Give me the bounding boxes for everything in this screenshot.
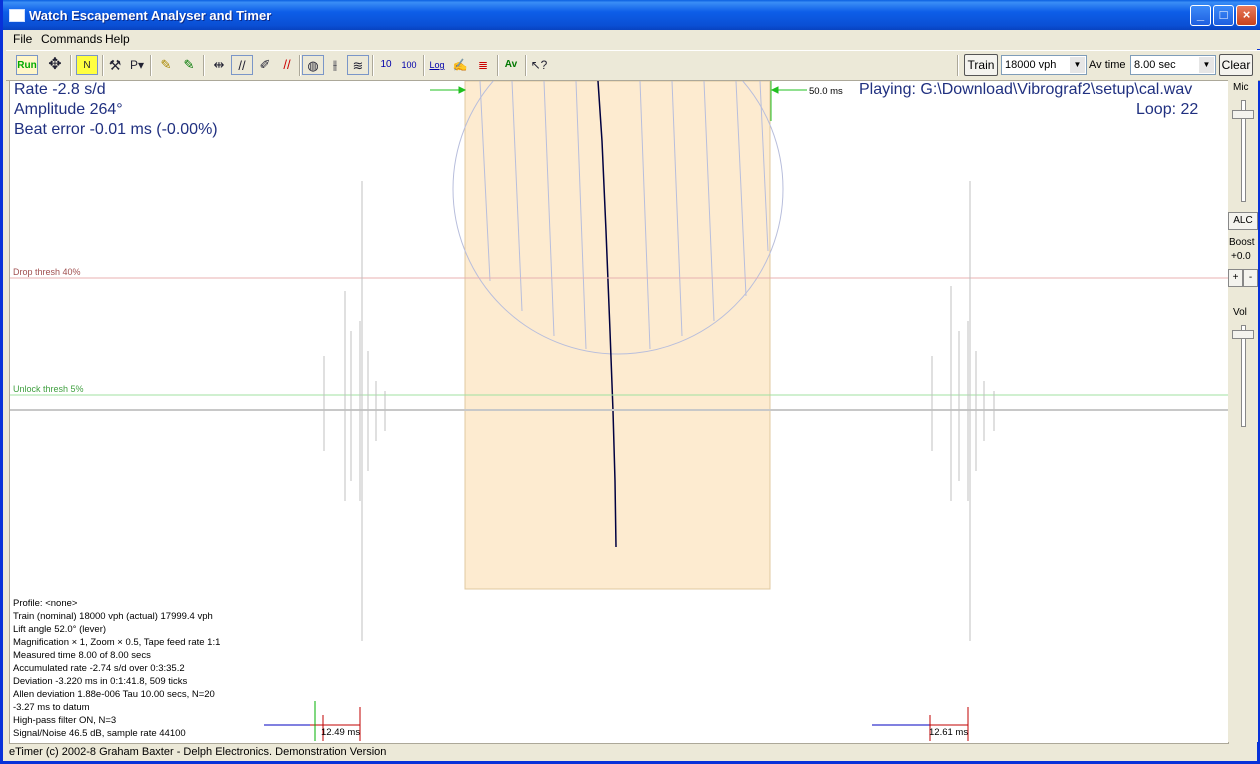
info-line: Signal/Noise 46.5 dB, sample rate 44100 bbox=[13, 728, 186, 739]
graph-icon[interactable]: ≣ bbox=[472, 55, 494, 75]
red-slope-icon[interactable]: // bbox=[276, 55, 298, 75]
app-window: Watch Escapement Analyser and Timer _ □ … bbox=[0, 0, 1260, 764]
left-marker-time: 12.49 ms bbox=[321, 727, 361, 738]
menu-help[interactable]: Help bbox=[105, 32, 130, 46]
level-panel: Mic ALC Boost +0.0 + - Vol bbox=[1228, 80, 1258, 742]
avtime-select-value: 8.00 sec bbox=[1134, 59, 1176, 71]
info-line: -3.27 ms to datum bbox=[13, 702, 90, 713]
vol-slider-track bbox=[1241, 325, 1246, 427]
train-button[interactable]: Train bbox=[964, 54, 998, 76]
trace-canvas[interactable]: Rate -2.8 s/d Amplitude 264° Beat error … bbox=[9, 80, 1229, 744]
menu-bar: File Commands Help bbox=[6, 30, 1260, 49]
multi-trace-icon[interactable]: ≋ bbox=[347, 55, 369, 75]
log-button[interactable]: Log bbox=[426, 55, 448, 75]
average-button[interactable]: Av bbox=[500, 55, 522, 75]
avtime-label: Av time bbox=[1089, 59, 1126, 71]
beat-error-readout: Beat error -0.01 ms (-0.00%) bbox=[14, 121, 218, 138]
maximize-button[interactable]: □ bbox=[1213, 5, 1234, 26]
train-select-value: 18000 vph bbox=[1005, 59, 1057, 71]
menu-commands[interactable]: Commands bbox=[41, 32, 102, 46]
vol-label: Vol bbox=[1233, 307, 1247, 318]
train-select[interactable]: 18000 vph ▼ bbox=[1001, 55, 1087, 75]
clear-button[interactable]: Clear bbox=[1219, 54, 1253, 76]
help-pointer-icon[interactable]: ↖? bbox=[528, 55, 550, 75]
info-line: Magnification × 1, Zoom × 0.5, Tape feed… bbox=[13, 637, 221, 648]
info-line: High-pass filter ON, N=3 bbox=[13, 715, 117, 726]
chevron-down-icon[interactable]: ▼ bbox=[1199, 57, 1214, 73]
menu-file[interactable]: File bbox=[13, 32, 32, 46]
circle-display-icon[interactable]: ◍ bbox=[302, 55, 324, 75]
toolbar: Run ✥ N ⚒ P▾ ✎ ✎ ⇹ // ✐ // ◍ ⫲ ≋ 10 100 … bbox=[6, 50, 1260, 81]
title-bar[interactable]: Watch Escapement Analyser and Timer _ □ … bbox=[3, 0, 1260, 30]
drop-thresh-label: Drop thresh 40% bbox=[13, 267, 81, 277]
right-marker-time: 12.61 ms bbox=[929, 727, 969, 738]
loop-count: Loop: 22 bbox=[1136, 101, 1199, 118]
boost-label: Boost bbox=[1229, 237, 1255, 248]
waveform-icon[interactable]: ⫲ bbox=[324, 55, 346, 75]
info-line: Allen deviation 1.88e-006 Tau 10.00 secs… bbox=[13, 689, 215, 700]
status-bar: eTimer (c) 2002-8 Graham Baxter - Delph … bbox=[9, 746, 387, 758]
avtime-select[interactable]: 8.00 sec ▼ bbox=[1130, 55, 1216, 75]
marker-move-icon[interactable]: ✎ bbox=[178, 55, 200, 75]
chevron-down-icon[interactable]: ▼ bbox=[1070, 57, 1085, 73]
info-line: Lift angle 52.0° (lever) bbox=[13, 624, 107, 635]
unlock-thresh-label: Unlock thresh 5% bbox=[13, 384, 84, 394]
wrench-icon[interactable]: ⚒ bbox=[104, 55, 126, 75]
playing-file: Playing: G:\Download\Vibrograf2\setup\ca… bbox=[859, 81, 1193, 98]
rate-readout: Rate -2.8 s/d bbox=[14, 81, 106, 98]
mic-label: Mic bbox=[1233, 82, 1249, 93]
close-button[interactable]: × bbox=[1236, 5, 1257, 26]
boost-plus-button[interactable]: + bbox=[1228, 269, 1243, 287]
info-line: Train (nominal) 18000 vph (actual) 17999… bbox=[13, 611, 213, 622]
app-icon bbox=[9, 9, 25, 22]
scale-ms-label: 50.0 ms bbox=[809, 86, 843, 97]
boost-value: +0.0 bbox=[1231, 251, 1251, 262]
log-edit-icon[interactable]: ✍ bbox=[449, 55, 471, 75]
slope-icon[interactable]: // bbox=[231, 55, 253, 75]
info-line: Deviation -3.220 ms in 0:1:41.8, 509 tic… bbox=[13, 676, 188, 687]
compress-icon[interactable]: ⇹ bbox=[208, 55, 230, 75]
move-icon[interactable]: ✥ bbox=[44, 55, 66, 75]
info-line: Measured time 8.00 of 8.00 secs bbox=[13, 650, 151, 661]
pen-icon[interactable]: ✐ bbox=[254, 55, 276, 75]
boost-minus-button[interactable]: - bbox=[1243, 269, 1258, 287]
zoom-icon[interactable]: N bbox=[76, 55, 98, 75]
filter-dropdown-icon[interactable]: P▾ bbox=[126, 55, 148, 75]
scale-100-button[interactable]: 100 bbox=[398, 55, 420, 75]
minimize-button[interactable]: _ bbox=[1190, 5, 1211, 26]
info-line: Accumulated rate -2.74 s/d over 0:3:35.2 bbox=[13, 663, 185, 674]
mic-slider-thumb[interactable] bbox=[1232, 110, 1254, 119]
marker-add-icon[interactable]: ✎ bbox=[155, 55, 177, 75]
alc-button[interactable]: ALC bbox=[1228, 212, 1258, 230]
vol-slider-thumb[interactable] bbox=[1232, 330, 1254, 339]
run-button[interactable]: Run bbox=[16, 55, 38, 75]
scale-10-button[interactable]: 10 bbox=[375, 55, 397, 75]
amplitude-readout: Amplitude 264° bbox=[14, 101, 123, 118]
info-line: Profile: <none> bbox=[13, 598, 78, 609]
window-title: Watch Escapement Analyser and Timer bbox=[29, 8, 272, 23]
